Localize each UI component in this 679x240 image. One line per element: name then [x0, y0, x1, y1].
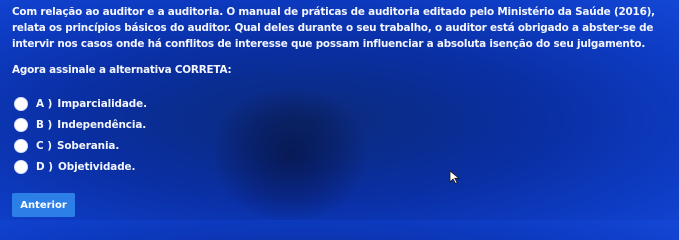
screen-glare	[215, 90, 365, 220]
previous-button[interactable]: Anterior	[12, 193, 75, 217]
option-letter: C )	[36, 139, 52, 152]
option-label: Soberania.	[57, 139, 120, 152]
option-d[interactable]: D ) Objetividade.	[14, 156, 147, 177]
option-letter: A )	[36, 97, 53, 110]
radio-a[interactable]	[14, 96, 28, 111]
radio-d[interactable]	[14, 159, 28, 174]
option-label: Objetividade.	[58, 160, 136, 173]
question-text: Com relação ao auditor e a auditoria. O …	[12, 6, 655, 50]
mouse-cursor-icon	[449, 170, 461, 184]
option-c[interactable]: C ) Soberania.	[14, 135, 147, 156]
option-b[interactable]: B ) Independência.	[14, 114, 147, 135]
option-a[interactable]: A ) Imparcialidade.	[14, 93, 147, 114]
option-label: Independência.	[57, 118, 147, 131]
radio-c[interactable]	[14, 138, 28, 153]
question-prompt: Agora assinale a alternativa CORRETA:	[12, 64, 232, 76]
radio-b[interactable]	[14, 117, 28, 132]
options-list: A ) Imparcialidade. B ) Independência. C…	[14, 93, 147, 177]
option-letter: B )	[36, 118, 53, 131]
option-letter: D )	[36, 160, 53, 173]
option-label: Imparcialidade.	[57, 97, 147, 110]
